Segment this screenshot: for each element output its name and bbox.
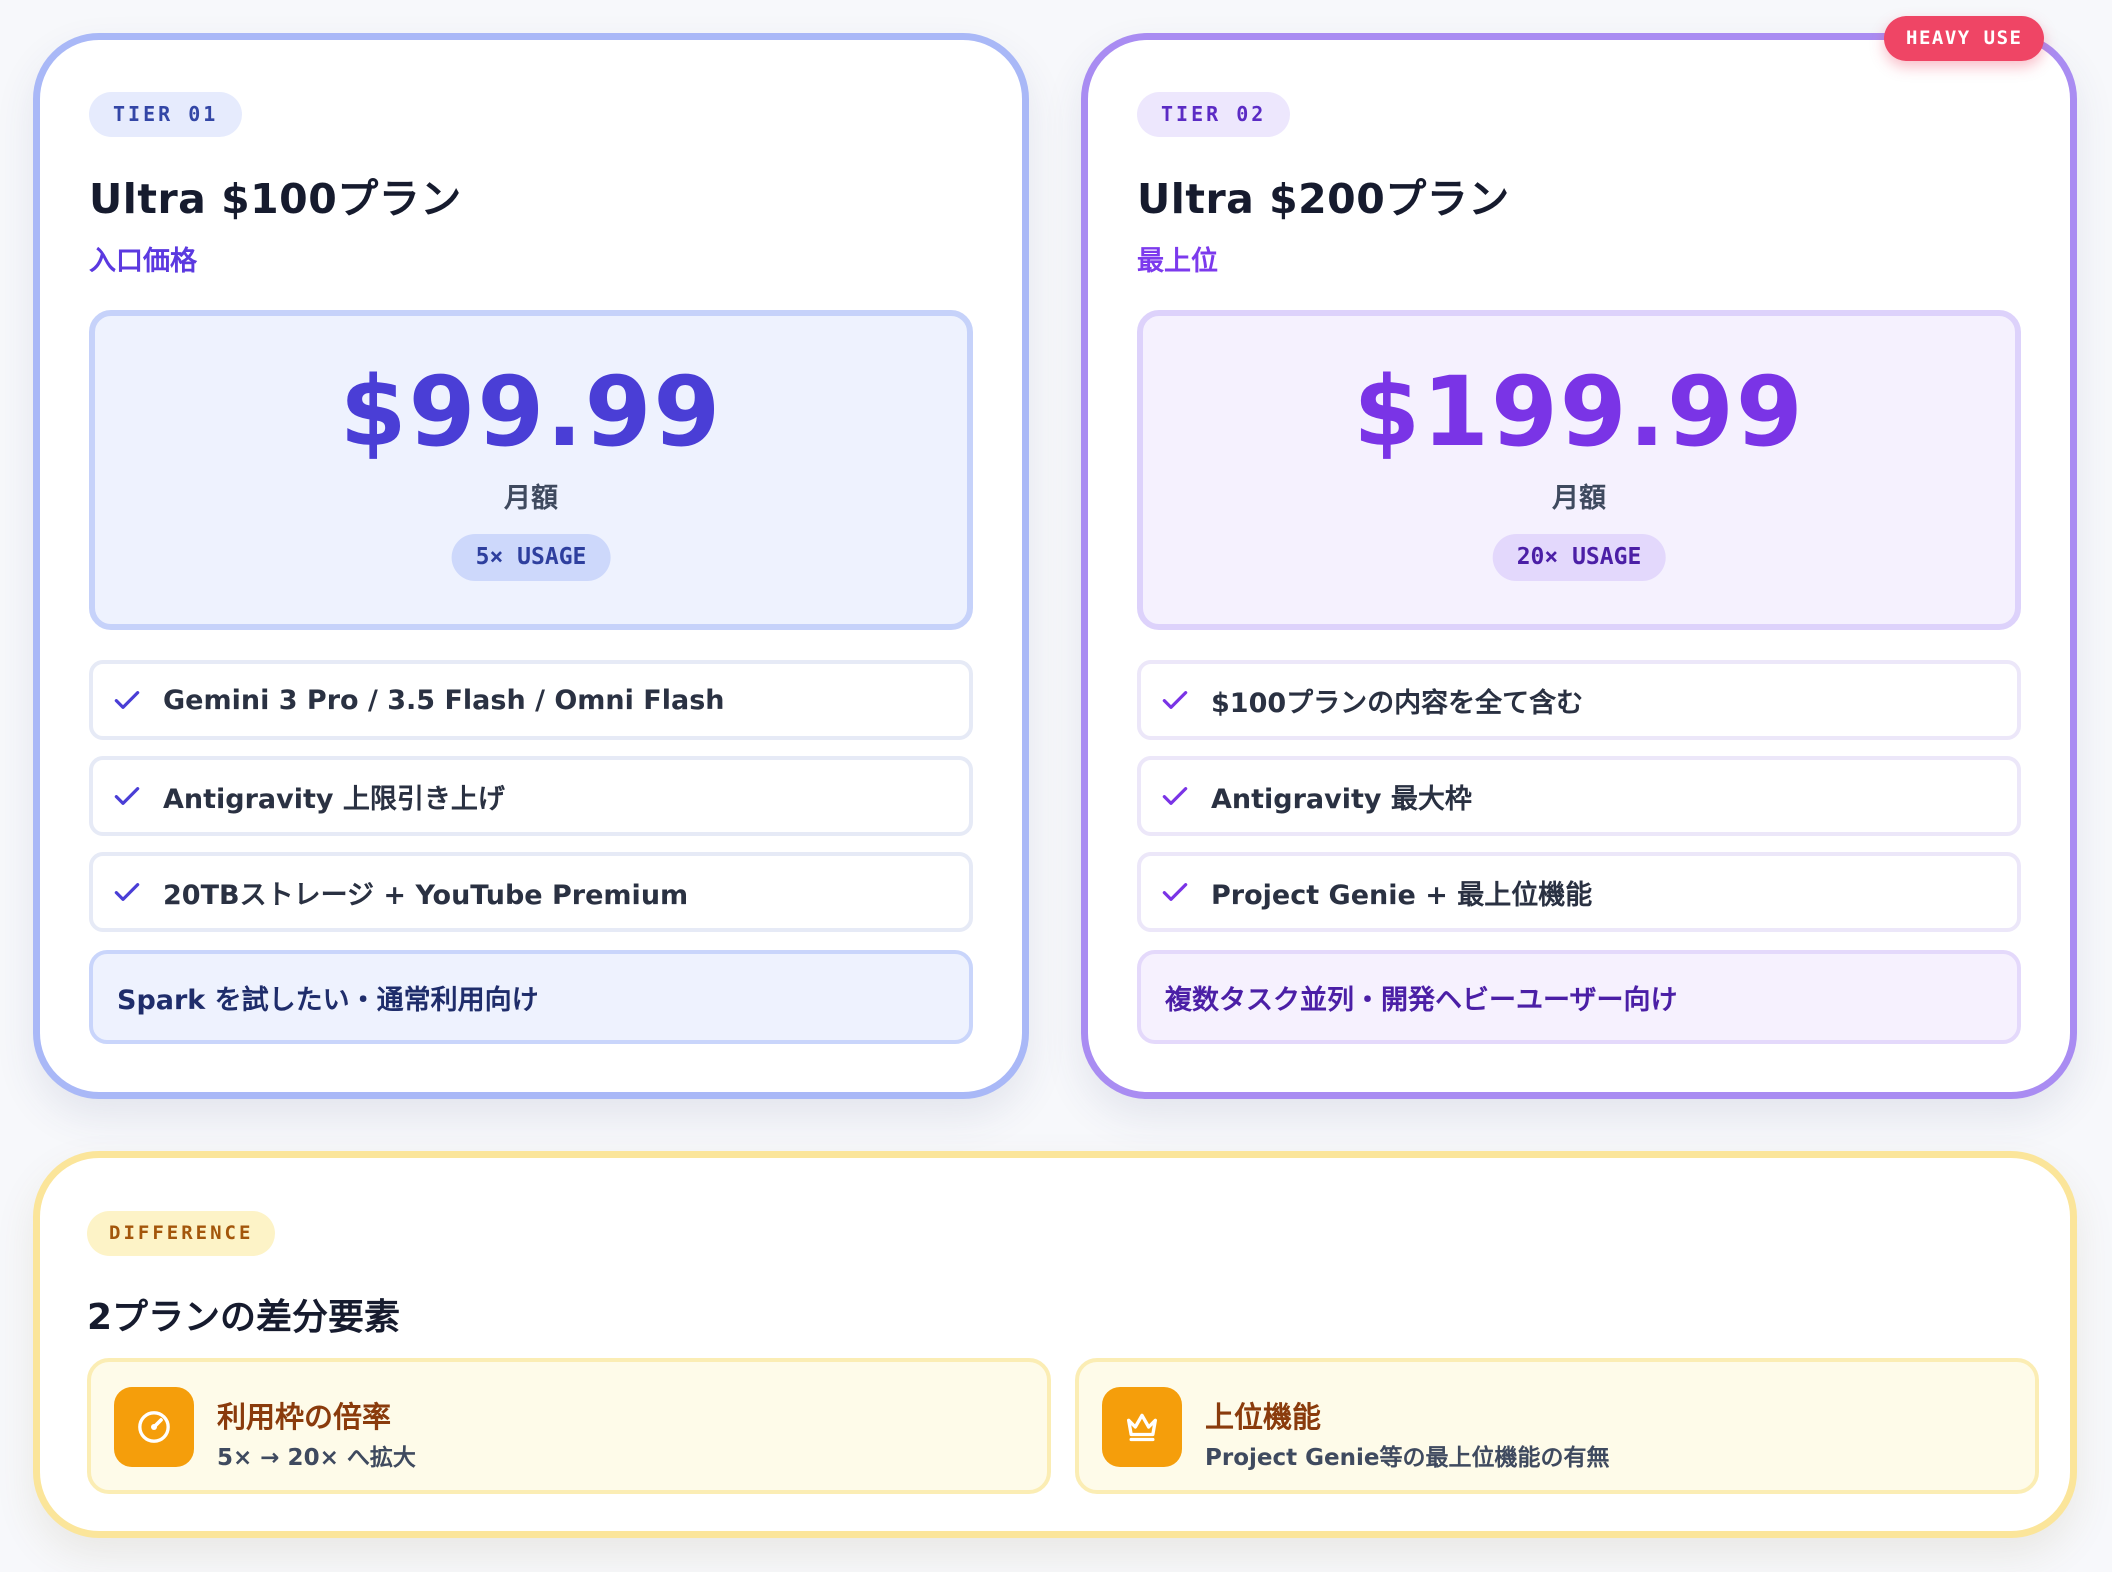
checkmark-icon	[1162, 691, 1188, 709]
feature-label: Antigravity 最大枠	[1211, 783, 1472, 815]
plan-price: $99.99	[339, 356, 723, 468]
heavy-use-badge: HEAVY USE	[1884, 16, 2045, 61]
difference-card: DIFFERENCE 2プランの差分要素 利用枠の倍率 5× → 20× へ拡大…	[33, 1151, 2077, 1538]
plan-title: Ultra $100プラン	[89, 175, 462, 223]
feature-label: Project Genie + 最上位機能	[1211, 879, 1593, 911]
feature-item: Antigravity 上限引き上げ	[89, 756, 973, 836]
tier-badge: TIER 02	[1137, 92, 1291, 137]
target-audience: Spark を試したい・通常利用向け	[89, 950, 973, 1044]
plan-price: $199.99	[1353, 356, 1805, 468]
difference-item-usage: 利用枠の倍率 5× → 20× へ拡大	[87, 1358, 1051, 1494]
feature-item: $100プランの内容を全て含む	[1137, 660, 2021, 740]
difference-text: Project Genie等の最上位機能の有無	[1205, 1445, 1610, 1471]
feature-label: Antigravity 上限引き上げ	[163, 783, 505, 815]
feature-label: Gemini 3 Pro / 3.5 Flash / Omni Flash	[163, 684, 725, 716]
feature-label: 20TBストレージ + YouTube Premium	[163, 879, 689, 911]
checkmark-icon	[114, 787, 140, 805]
feature-list: $100プランの内容を全て含む Antigravity 最大枠 Project …	[1137, 660, 2021, 932]
checkmark-icon	[114, 691, 140, 709]
billing-period: 月額	[1552, 483, 1606, 514]
difference-text: 5× → 20× へ拡大	[217, 1445, 416, 1471]
difference-heading: 上位機能	[1205, 1400, 1322, 1434]
difference-item-features: 上位機能 Project Genie等の最上位機能の有無	[1075, 1358, 2039, 1494]
feature-label: $100プランの内容を全て含む	[1211, 687, 1584, 719]
tier-badge: TIER 01	[89, 92, 243, 137]
plan-card-tier-02: TIER 02 Ultra $200プラン 最上位 $199.99 月額 20×…	[1081, 33, 2077, 1099]
billing-period: 月額	[504, 483, 558, 514]
crown-icon	[1102, 1387, 1182, 1467]
gauge-icon	[114, 1387, 194, 1467]
feature-list: Gemini 3 Pro / 3.5 Flash / Omni Flash An…	[89, 660, 973, 932]
plan-subtitle: 最上位	[1137, 246, 1218, 277]
plan-subtitle: 入口価格	[89, 246, 197, 277]
difference-tag: DIFFERENCE	[87, 1211, 276, 1256]
pricing-comparison: TIER 01 Ultra $100プラン 入口価格 $99.99 月額 5× …	[0, 0, 2112, 1572]
difference-heading: 利用枠の倍率	[217, 1400, 392, 1434]
checkmark-icon	[1162, 787, 1188, 805]
feature-item: Gemini 3 Pro / 3.5 Flash / Omni Flash	[89, 660, 973, 740]
usage-badge: 5× USAGE	[451, 534, 611, 581]
checkmark-icon	[1162, 883, 1188, 901]
feature-item: Antigravity 最大枠	[1137, 756, 2021, 836]
checkmark-icon	[114, 883, 140, 901]
plan-card-tier-01: TIER 01 Ultra $100プラン 入口価格 $99.99 月額 5× …	[33, 33, 1029, 1099]
usage-badge: 20× USAGE	[1492, 534, 1666, 581]
difference-title: 2プランの差分要素	[87, 1297, 401, 1338]
feature-item: Project Genie + 最上位機能	[1137, 852, 2021, 932]
plan-title: Ultra $200プラン	[1137, 175, 1510, 223]
price-box: $99.99 月額 5× USAGE	[89, 310, 973, 630]
target-audience: 複数タスク並列・開発ヘビーユーザー向け	[1137, 950, 2021, 1044]
feature-item: 20TBストレージ + YouTube Premium	[89, 852, 973, 932]
price-box: $199.99 月額 20× USAGE	[1137, 310, 2021, 630]
